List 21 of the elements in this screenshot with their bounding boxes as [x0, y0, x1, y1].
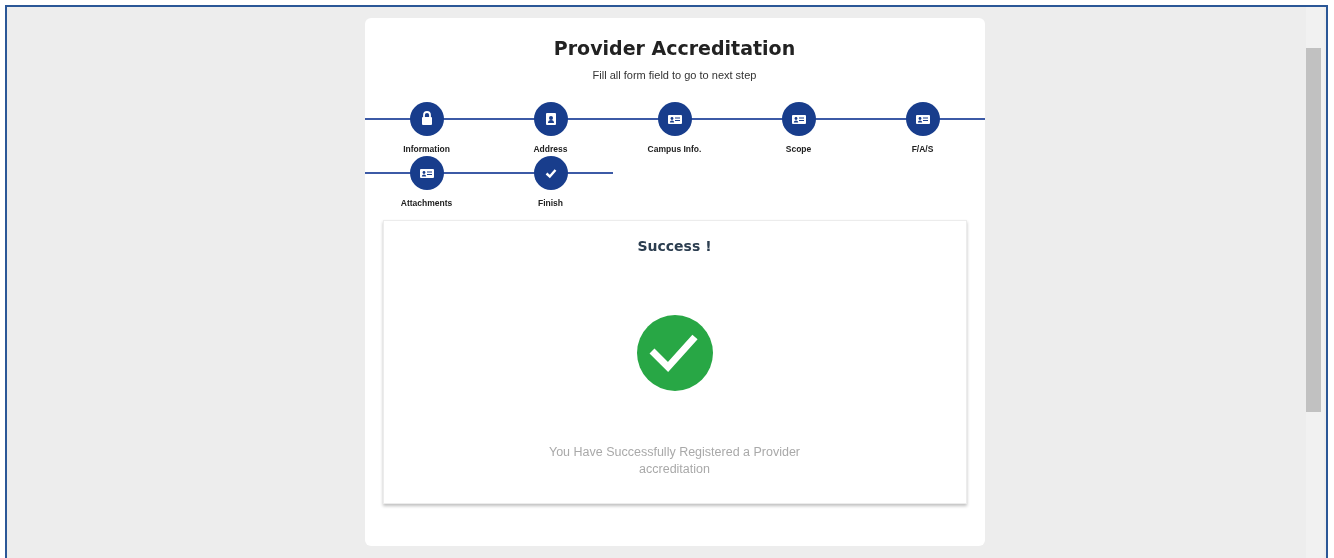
step-label: Attachments — [400, 198, 453, 208]
step-label: F/A/S — [911, 144, 934, 154]
step-label: Finish — [538, 198, 563, 208]
step-button[interactable] — [905, 102, 940, 136]
step-button[interactable] — [533, 156, 568, 190]
scrollbar-thumb[interactable] — [1306, 48, 1321, 412]
success-check-icon — [636, 315, 713, 391]
step-button[interactable] — [657, 102, 692, 136]
scrollbar[interactable] — [1306, 7, 1324, 558]
step-label: Address — [533, 144, 568, 154]
step-button[interactable] — [533, 102, 568, 136]
step-button[interactable] — [781, 102, 816, 136]
page-subtitle: Fill all form field to go to next step — [592, 68, 757, 82]
step-label: Information — [403, 144, 450, 154]
step-label: Campus Info. — [647, 144, 702, 154]
success-message: You Have Successfully Registered a Provider accreditation — [547, 444, 802, 478]
page-title: Provider Accreditation — [553, 36, 796, 60]
step-button[interactable] — [409, 102, 444, 136]
success-title: Success ! — [637, 237, 712, 255]
step-button[interactable] — [409, 156, 444, 190]
step-label: Scope — [785, 144, 812, 154]
